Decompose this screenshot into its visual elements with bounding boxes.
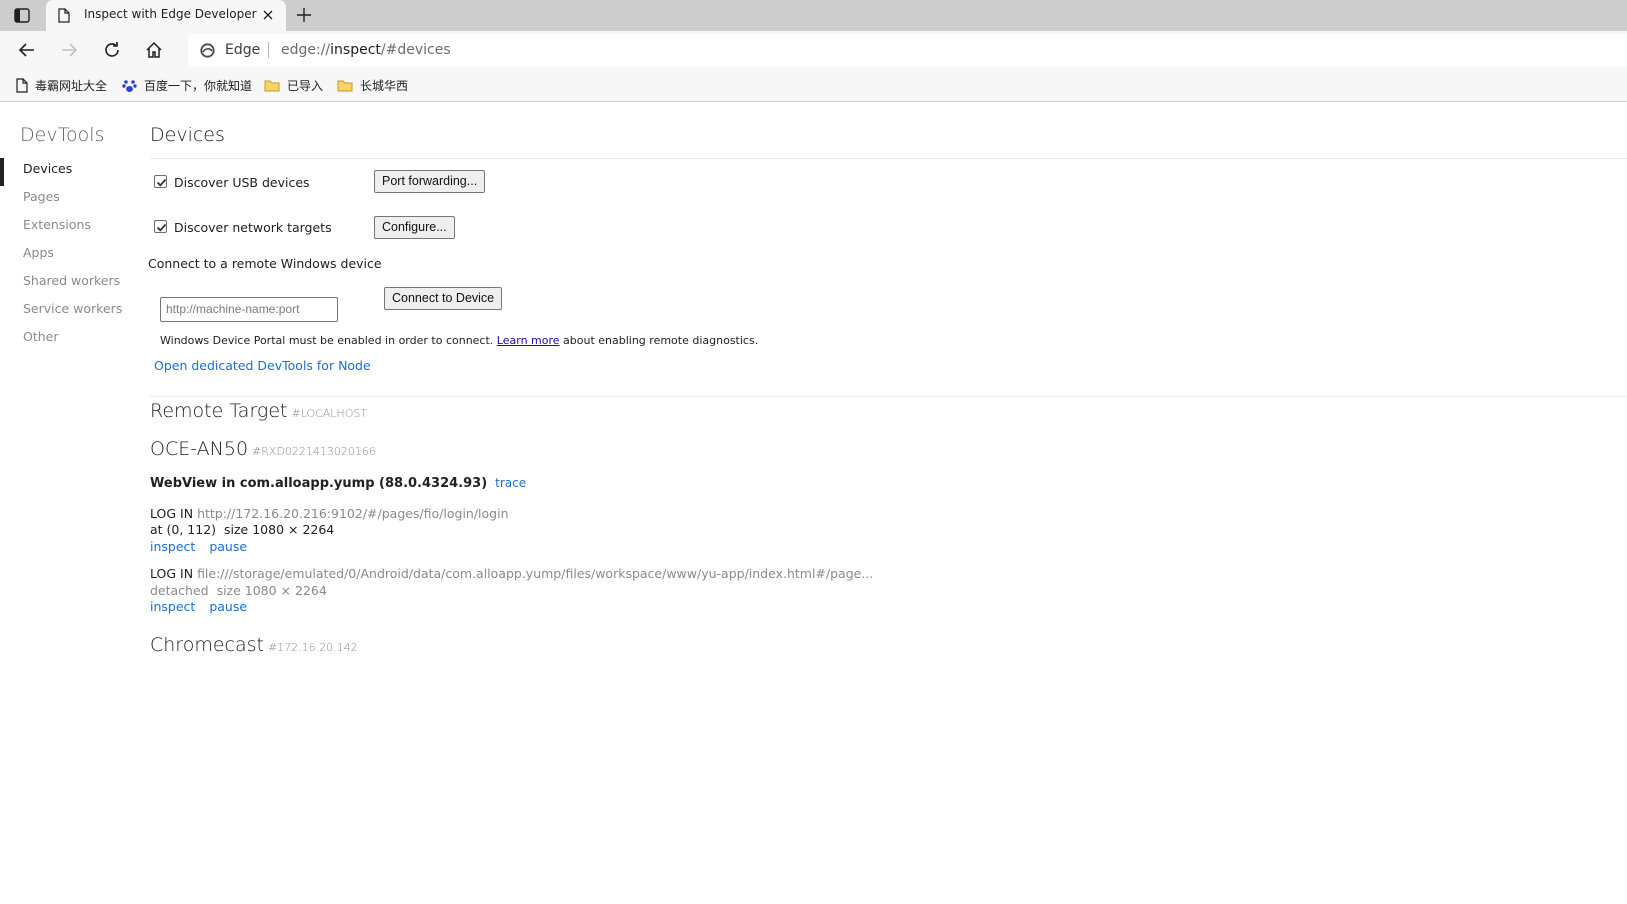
node-devtools-link[interactable]: Open dedicated DevTools for Node	[154, 358, 371, 373]
new-tab-icon[interactable]	[296, 7, 312, 23]
target-url: file:///storage/emulated/0/Android/data/…	[197, 566, 874, 581]
chromecast-heading: Chromecast #172.16.20.142	[150, 634, 358, 656]
main-content: Devices Discover USB devices Port forwar…	[148, 102, 1627, 904]
remote-device-input[interactable]: http://machine-name:port	[160, 297, 338, 322]
page-icon	[16, 78, 28, 93]
page-title: Devices	[150, 124, 225, 146]
forward-icon[interactable]	[60, 41, 78, 59]
chromecast-tag: #172.16.20.142	[267, 641, 358, 654]
sidebar-item-service-workers[interactable]: Service workers	[23, 301, 122, 316]
inspect-link[interactable]: inspect	[150, 539, 195, 554]
active-nav-marker	[0, 158, 4, 186]
tab-strip: Inspect with Edge Developer Tools	[0, 0, 1627, 31]
target-title: LOG IN	[150, 566, 194, 581]
refresh-icon[interactable]	[103, 41, 121, 59]
sidebar-title: DevTools	[20, 124, 105, 146]
discover-usb-checkbox[interactable]	[154, 175, 167, 188]
target-position-row: at (0, 112) size 1080 × 2264	[150, 522, 334, 537]
sidebar-item-apps[interactable]: Apps	[23, 245, 54, 260]
device-name: OCE-AN50	[150, 438, 249, 460]
baidu-paw-icon	[122, 80, 137, 92]
bookmark-label: 长城华西	[360, 79, 409, 93]
device-heading: OCE-AN50 #RXD0221413020166	[150, 438, 376, 460]
chromecast-name: Chromecast	[150, 634, 264, 656]
target-position: at (0, 112)	[150, 522, 217, 537]
url-path: /#devices	[380, 42, 451, 58]
site-name: Edge	[225, 42, 261, 58]
bookmark-item[interactable]: 毒霸网址大全	[16, 77, 107, 94]
discover-usb-label: Discover USB devices	[174, 175, 310, 190]
url-text[interactable]: edge://inspect/#devices	[281, 42, 451, 58]
remote-windows-label: Connect to a remote Windows device	[148, 256, 382, 271]
sidebar-item-devices[interactable]: Devices	[23, 161, 72, 176]
learn-more-link[interactable]: Learn more	[497, 334, 560, 347]
target-title-row: LOG IN http://172.16.20.216:9102/#/pages/…	[150, 506, 509, 521]
remote-target-heading: Remote Target #LOCALHOST	[150, 400, 367, 422]
active-tab[interactable]: Inspect with Edge Developer Tools	[46, 0, 286, 31]
checkmark-icon	[156, 223, 167, 232]
bookmark-item[interactable]: 百度一下，你就知道	[122, 77, 252, 94]
divider	[150, 396, 1627, 397]
inspect-link[interactable]: inspect	[150, 599, 195, 614]
bookmarks-bar: 毒霸网址大全 百度一下，你就知道 已导入 长城华西	[0, 69, 1627, 102]
note-text: Windows Device Portal must be enabled in…	[160, 334, 494, 347]
address-bar[interactable]: Edge edge://inspect/#devices	[188, 34, 1627, 66]
target-position: detached	[150, 583, 209, 598]
url-host: inspect	[330, 42, 381, 58]
configure-button[interactable]: Configure...	[374, 216, 455, 239]
sidebar-item-other[interactable]: Other	[23, 329, 59, 344]
target-size: size 1080 × 2264	[224, 522, 335, 537]
target-actions: inspect pause	[150, 599, 261, 614]
folder-icon	[337, 80, 353, 92]
sidebar-item-shared-workers[interactable]: Shared workers	[23, 273, 120, 288]
target-actions: inspect pause	[150, 539, 261, 554]
edge-icon	[200, 43, 215, 58]
discover-network-checkbox[interactable]	[154, 220, 167, 233]
pause-link[interactable]: pause	[209, 539, 247, 554]
devtools-sidebar: DevTools Devices Pages Extensions Apps S…	[0, 102, 140, 904]
sidebar-item-pages[interactable]: Pages	[23, 189, 60, 204]
discover-network-label: Discover network targets	[174, 220, 332, 235]
pause-link[interactable]: pause	[209, 599, 247, 614]
connect-to-device-button[interactable]: Connect to Device	[384, 287, 503, 310]
bookmark-label: 百度一下，你就知道	[144, 79, 253, 93]
folder-icon	[264, 80, 280, 92]
remote-target-tag: #LOCALHOST	[291, 407, 368, 420]
trace-link[interactable]: trace	[495, 476, 526, 490]
remote-device-placeholder: http://machine-name:port	[166, 302, 300, 316]
home-icon[interactable]	[145, 41, 163, 59]
sidebar-item-extensions[interactable]: Extensions	[23, 217, 91, 232]
target-title-row: LOG IN file:///storage/emulated/0/Android…	[150, 566, 873, 581]
close-icon[interactable]	[262, 9, 274, 21]
tab-title: Inspect with Edge Developer Tools	[84, 7, 258, 21]
target-size: size 1080 × 2264	[216, 583, 327, 598]
remote-target-title: Remote Target	[150, 400, 288, 422]
target-title: LOG IN	[150, 506, 194, 521]
back-icon[interactable]	[18, 41, 36, 59]
bookmark-folder[interactable]: 长城华西	[337, 77, 408, 94]
note-text-suffix: about enabling remote diagnostics.	[563, 334, 759, 347]
page-icon	[58, 8, 70, 23]
checkmark-icon	[156, 178, 167, 187]
device-serial: #RXD0221413020166	[252, 445, 376, 458]
toolbar: Edge edge://inspect/#devices	[0, 31, 1627, 69]
url-scheme: edge://	[281, 42, 331, 58]
target-url: http://172.16.20.216:9102/#/pages/fio/lo…	[197, 506, 509, 521]
tab-actions-icon[interactable]	[14, 8, 30, 23]
bookmark-label: 已导入	[287, 79, 324, 93]
device-portal-note: Windows Device Portal must be enabled in…	[160, 334, 758, 347]
port-forwarding-button[interactable]: Port forwarding...	[374, 170, 486, 193]
bookmark-folder[interactable]: 已导入	[264, 77, 323, 94]
browser-name: WebView in com.alloapp.yump (88.0.4324.9…	[150, 476, 488, 491]
browser-line: WebView in com.alloapp.yump (88.0.4324.9…	[150, 476, 526, 491]
target-position-row: detached size 1080 × 2264	[150, 583, 327, 598]
omnibox-divider	[268, 42, 269, 58]
bookmark-label: 毒霸网址大全	[35, 79, 108, 93]
divider	[150, 158, 1627, 159]
